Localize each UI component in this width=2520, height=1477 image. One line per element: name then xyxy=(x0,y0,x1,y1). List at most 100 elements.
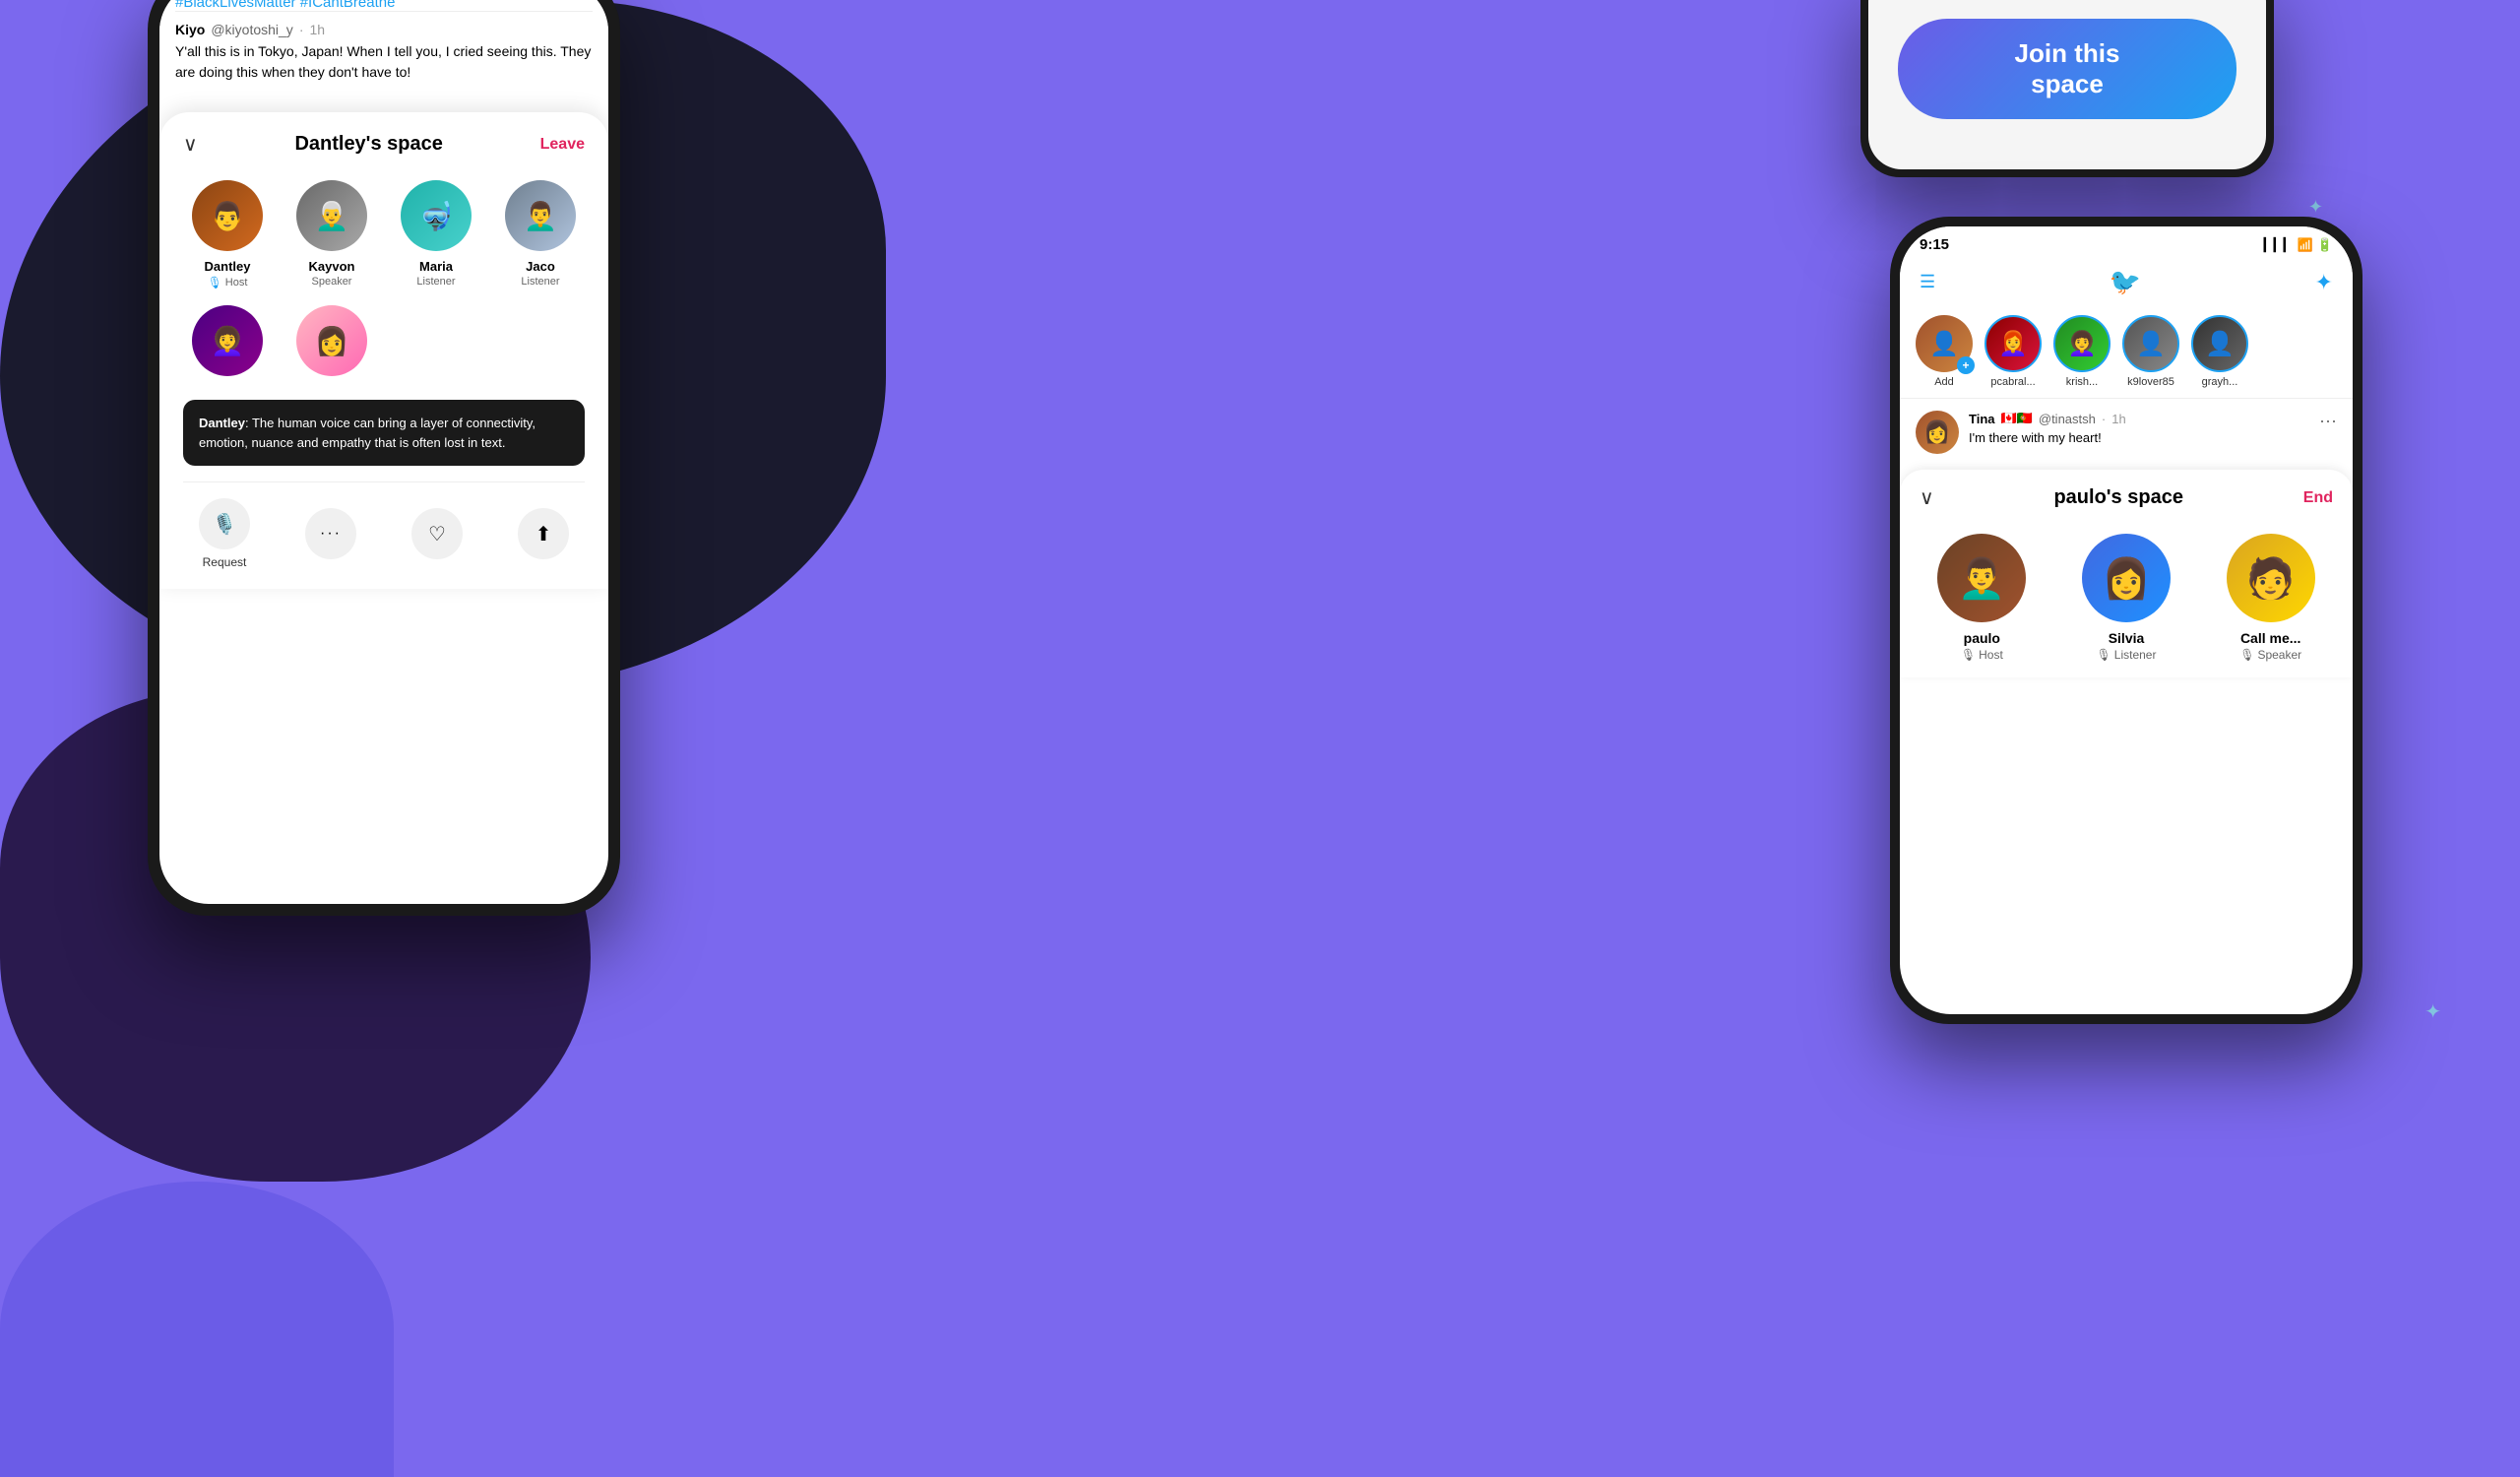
request-label: Request xyxy=(203,555,247,569)
phone-top-right-screen: Join this space xyxy=(1868,0,2266,169)
speaker-kayvon: 👨‍🦳 Kayvon Speaker xyxy=(287,180,376,289)
extra-listener-2: 👩 xyxy=(287,305,376,384)
tweet-more-button[interactable]: ··· xyxy=(2319,411,2337,454)
mic-button[interactable]: 🎙️ xyxy=(199,498,250,549)
hashtags[interactable]: #BlackLivesMatter #ICantBreathe xyxy=(175,0,593,11)
story-add[interactable]: 👤 + Add xyxy=(1916,315,1973,388)
callme-name: Call me... xyxy=(2240,630,2300,646)
extra-listeners: 👩‍🦱 👩 xyxy=(183,305,585,384)
tina-tweet: 👩 Tina 🇨🇦🇵🇹 @tinastsh · 1h I'm there wit… xyxy=(1900,398,2353,466)
story-label-pcabral: pcabral... xyxy=(1990,376,2035,388)
tina-avatar[interactable]: 👩 xyxy=(1916,411,1959,454)
tweet-text: Y'all this is in Tokyo, Japan! When I te… xyxy=(175,41,593,83)
end-button[interactable]: End xyxy=(2303,489,2333,507)
story-label-add: Add xyxy=(1934,376,1954,388)
speaker-name-kayvon: Kayvon xyxy=(309,259,355,274)
tweet-author: Kiyo xyxy=(175,22,205,37)
speaker-jaco: 👨‍🦱 Jaco Listener xyxy=(496,180,585,289)
signal-icon: ▎▎▎ xyxy=(2264,237,2294,253)
speech-colon: : xyxy=(245,416,252,430)
hamburger-icon[interactable]: ☰ xyxy=(1920,272,1935,292)
more-button[interactable]: ··· xyxy=(305,508,356,559)
space-title: Dantley's space xyxy=(294,133,442,156)
callme-role: 🎙 Speaker xyxy=(2239,648,2301,662)
tina-handle: @tinastsh xyxy=(2039,412,2096,426)
heart-button[interactable]: ♡ xyxy=(411,508,463,559)
story-avatar-grayh[interactable]: 👤 xyxy=(2191,315,2248,372)
speech-bubble: Dantley: The human voice can bring a lay… xyxy=(183,400,585,466)
story-avatar-k9lover[interactable]: 👤 xyxy=(2122,315,2179,372)
story-k9lover[interactable]: 👤 k9lover85 xyxy=(2122,315,2179,388)
join-space-button[interactable]: Join this space xyxy=(1898,19,2236,119)
space-panel-left: ∨ Dantley's space Leave 👨 Dantley 🎙 Host xyxy=(159,112,608,589)
story-avatar-pcabral[interactable]: 👩‍🦰 xyxy=(1984,315,2042,372)
request-control[interactable]: 🎙️ Request xyxy=(199,498,250,569)
speaker-role-kayvon: Speaker xyxy=(312,276,352,288)
tweet-header: Kiyo @kiyotoshi_y · 1h xyxy=(175,22,593,37)
phone-left-shell: #BlackLivesMatter #ICantBreathe Kiyo @ki… xyxy=(148,0,620,916)
phone-right-screen: 9:15 ▎▎▎ 📶 🔋 ☰ 🐦 ✦ 👤 + xyxy=(1900,226,2353,1014)
extra-avatar-1[interactable]: 👩‍🦱 xyxy=(192,305,263,376)
chevron-down-icon[interactable]: ∨ xyxy=(183,132,198,157)
leave-button[interactable]: Leave xyxy=(540,136,585,154)
paulo-space-title: paulo's space xyxy=(2053,486,2182,509)
paulo-host-icon: 🎙 xyxy=(1961,648,1976,662)
speaker-role-jaco: Listener xyxy=(521,276,559,288)
extra-avatar-2[interactable]: 👩 xyxy=(296,305,367,376)
paulo-space-header: ∨ paulo's space End xyxy=(1920,485,2333,510)
avatar-maria[interactable]: 🤿 xyxy=(401,180,472,251)
speaker-dantley: 👨 Dantley 🎙 Host xyxy=(183,180,272,289)
tina-name: Tina xyxy=(1969,412,1995,426)
tweet-item: Kiyo @kiyotoshi_y · 1h Y'all this is in … xyxy=(175,11,593,93)
share-button[interactable]: ⬆ xyxy=(518,508,569,559)
speaker-name-dantley: Dantley xyxy=(205,259,251,274)
wifi-icon: 📶 xyxy=(2298,237,2313,253)
status-bar: 9:15 ▎▎▎ 📶 🔋 xyxy=(1900,226,2353,259)
silvia-role: 🎙 Listener xyxy=(2097,648,2157,662)
callme-avatar[interactable]: 🧑 xyxy=(2227,534,2315,622)
tina-tweet-header: Tina 🇨🇦🇵🇹 @tinastsh · 1h xyxy=(1969,411,2309,426)
status-time: 9:15 xyxy=(1920,236,1949,253)
story-label-k9lover: k9lover85 xyxy=(2127,376,2174,388)
paulo-avatar[interactable]: 👨‍🦱 xyxy=(1937,534,2026,622)
sparkle-decoration: ✦ xyxy=(2308,197,2323,218)
battery-icon: 🔋 xyxy=(2317,237,2333,253)
paulo-speaker-silvia: 👩 Silvia 🎙 Listener xyxy=(2064,534,2189,662)
phone-left-screen: #BlackLivesMatter #ICantBreathe Kiyo @ki… xyxy=(159,0,608,904)
speaker-name-maria: Maria xyxy=(419,259,453,274)
silvia-name: Silvia xyxy=(2109,630,2145,646)
silvia-avatar[interactable]: 👩 xyxy=(2082,534,2171,622)
story-avatar-krish[interactable]: 👩‍🦱 xyxy=(2053,315,2110,372)
sparkle-nav-icon[interactable]: ✦ xyxy=(2315,270,2333,295)
paulo-speakers-grid: 👨‍🦱 paulo 🎙 Host 👩 Silvia 🎙 Lis xyxy=(1920,534,2333,662)
speaker-role-dantley: 🎙 Host xyxy=(208,276,248,289)
phone-top-right: Join this space xyxy=(1860,0,2274,177)
tweet-time-val: 1h xyxy=(309,22,325,37)
paulo-speaker-callme: 🧑 Call me... 🎙 Speaker xyxy=(2208,534,2333,662)
story-krish[interactable]: 👩‍🦱 krish... xyxy=(2053,315,2110,388)
extra-listener-1: 👩‍🦱 xyxy=(183,305,272,384)
space-controls: 🎙️ Request ··· ♡ ⬆ xyxy=(183,498,585,569)
status-icons: ▎▎▎ 📶 🔋 xyxy=(2264,237,2333,253)
speakers-grid: 👨 Dantley 🎙 Host 👨‍🦳 Kayvon Speaker xyxy=(183,180,585,289)
story-label-grayh: grayh... xyxy=(2202,376,2238,388)
speaker-maria: 🤿 Maria Listener xyxy=(392,180,480,289)
phone-left: #BlackLivesMatter #ICantBreathe Kiyo @ki… xyxy=(148,0,620,916)
mic-icon: 🎙️ xyxy=(213,512,237,537)
tina-time: 1h xyxy=(2111,412,2125,426)
tweet-handle: @kiyotoshi_y xyxy=(211,22,292,37)
space-panel-header: ∨ Dantley's space Leave xyxy=(183,132,585,157)
story-pcabral[interactable]: 👩‍🦰 pcabral... xyxy=(1984,315,2042,388)
mic-host-icon: 🎙 xyxy=(208,276,222,289)
paulo-name: paulo xyxy=(1964,630,2000,646)
tina-tweet-content: Tina 🇨🇦🇵🇹 @tinastsh · 1h I'm there with … xyxy=(1969,411,2309,454)
paulo-space-panel: ∨ paulo's space End 👨‍🦱 paulo 🎙 Host xyxy=(1900,470,2353,677)
add-badge: + xyxy=(1957,356,1975,374)
story-grayh[interactable]: 👤 grayh... xyxy=(2191,315,2248,388)
paulo-chevron-down-icon[interactable]: ∨ xyxy=(1920,485,1934,510)
tina-dot: · xyxy=(2102,412,2106,426)
avatar-jaco[interactable]: 👨‍🦱 xyxy=(505,180,576,251)
avatar-kayvon[interactable]: 👨‍🦳 xyxy=(296,180,367,251)
story-avatar-add[interactable]: 👤 + xyxy=(1916,315,1973,372)
avatar-dantley[interactable]: 👨 xyxy=(192,180,263,251)
